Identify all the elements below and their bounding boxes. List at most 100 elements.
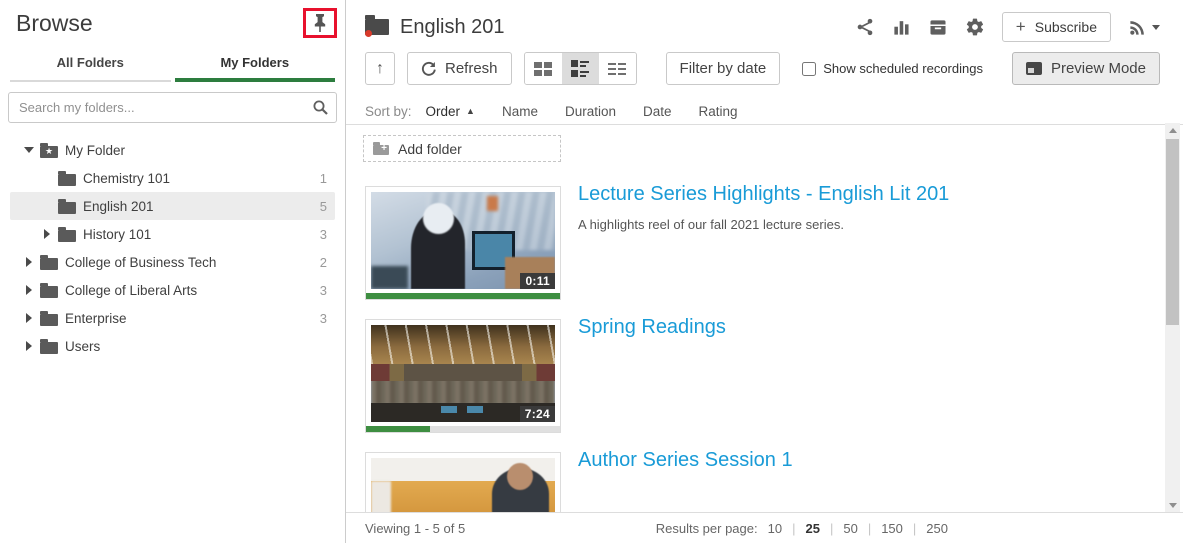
gear-icon[interactable] [965, 17, 985, 37]
sort-option-date[interactable]: Date [643, 104, 672, 119]
search-icon[interactable] [312, 99, 329, 116]
scrollbar-up-arrow[interactable] [1165, 123, 1180, 137]
thumbnail-image: 0:11 [371, 192, 555, 289]
tree-item-label: My Folder [65, 142, 126, 158]
browse-sidebar: Browse All Folders My Folders ★ My Folde… [0, 0, 346, 543]
details-view-icon [608, 62, 627, 75]
tree-item-college-of-business-tech[interactable]: College of Business Tech 2 [10, 248, 335, 276]
tree-item-college-of-liberal-arts[interactable]: College of Liberal Arts 3 [10, 276, 335, 304]
folder-count: 3 [319, 226, 327, 242]
results-option-150[interactable]: 150 [881, 521, 903, 536]
show-scheduled-checkbox[interactable] [802, 61, 817, 76]
video-list-scroll-area: Add folder 0:11 Lecture Series Highlight… [346, 123, 1183, 512]
folder-tree: ★ My Folder Chemistry 101 1 English 201 … [0, 136, 345, 360]
archive-icon[interactable] [928, 18, 948, 37]
preview-mode-icon [1025, 62, 1042, 75]
preview-mode-button[interactable]: Preview Mode [1011, 52, 1160, 85]
chevron-down-icon[interactable] [22, 147, 36, 153]
tree-item-history-101[interactable]: History 101 3 [10, 220, 335, 248]
folder-title-icon [365, 15, 389, 37]
tree-item-my-folder[interactable]: ★ My Folder [10, 136, 335, 164]
main-content: English 201 + Subscribe ↑ Refresh Filter… [346, 0, 1183, 543]
folder-icon [40, 310, 58, 326]
my-folder-icon: ★ [40, 142, 58, 158]
folder-icon [40, 338, 58, 354]
list-view-button[interactable] [561, 53, 599, 84]
video-title-link[interactable]: Spring Readings [578, 316, 726, 339]
scrollbar-down-arrow[interactable] [1165, 498, 1180, 512]
rss-icon [1130, 20, 1144, 35]
video-row: 7:24 Spring Readings [365, 316, 1183, 433]
folder-icon [58, 170, 76, 186]
folder-count: 5 [319, 198, 327, 214]
tab-my-folders[interactable]: My Folders [174, 48, 335, 82]
separator: | [792, 520, 796, 536]
video-info: Spring Readings [578, 316, 726, 433]
search-input[interactable] [8, 92, 337, 123]
video-thumbnail[interactable] [365, 452, 561, 512]
folder-count: 3 [319, 282, 327, 298]
refresh-icon [421, 61, 436, 76]
tree-item-chemistry-101[interactable]: Chemistry 101 1 [10, 164, 335, 192]
tree-item-label: Enterprise [65, 310, 127, 326]
subscribe-button[interactable]: + Subscribe [1001, 12, 1111, 42]
folder-icon [40, 282, 58, 298]
preview-mode-label: Preview Mode [1050, 60, 1146, 77]
tree-item-users[interactable]: Users [10, 332, 335, 360]
tree-item-label: College of Business Tech [65, 254, 217, 270]
results-option-25[interactable]: 25 [805, 521, 819, 536]
rss-dropdown[interactable] [1128, 18, 1160, 37]
filter-by-date-button[interactable]: Filter by date [665, 52, 781, 85]
folder-count: 3 [319, 310, 327, 326]
folder-search [8, 92, 337, 123]
details-view-button[interactable] [598, 53, 636, 84]
tree-item-label: Chemistry 101 [83, 170, 171, 186]
results-option-10[interactable]: 10 [768, 521, 782, 536]
separator: | [867, 520, 872, 536]
tree-item-english-201[interactable]: English 201 5 [10, 192, 335, 220]
sidebar-header: Browse [0, 0, 345, 38]
results-footer: Viewing 1 - 5 of 5 Results per page: 10 … [346, 512, 1183, 543]
show-scheduled-wrap: Show scheduled recordings [802, 61, 983, 76]
chevron-right-icon[interactable] [22, 257, 36, 267]
chevron-right-icon[interactable] [22, 285, 36, 295]
pin-annotation-box [303, 8, 337, 38]
pin-icon[interactable] [311, 13, 329, 33]
sort-option-duration[interactable]: Duration [565, 104, 616, 119]
tab-all-folders[interactable]: All Folders [10, 48, 171, 82]
grid-view-icon [534, 61, 553, 76]
stats-icon[interactable] [892, 18, 911, 37]
chevron-right-icon[interactable] [22, 313, 36, 323]
thumbnail-image [371, 458, 555, 512]
grid-view-button[interactable] [524, 53, 562, 84]
refresh-button[interactable]: Refresh [407, 52, 512, 85]
up-folder-button[interactable]: ↑ [365, 52, 395, 85]
video-title-link[interactable]: Author Series Session 1 [578, 449, 793, 472]
video-title-link[interactable]: Lecture Series Highlights - English Lit … [578, 183, 949, 206]
results-per-page-label: Results per page: [655, 520, 758, 536]
share-icon[interactable] [855, 17, 875, 37]
sort-option-name[interactable]: Name [502, 104, 538, 119]
add-folder-button[interactable]: Add folder [363, 135, 561, 162]
scrollbar-thumb[interactable] [1166, 139, 1179, 325]
watch-progress-bar [366, 426, 560, 432]
tree-item-enterprise[interactable]: Enterprise 3 [10, 304, 335, 332]
chevron-right-icon[interactable] [22, 341, 36, 351]
results-option-50[interactable]: 50 [843, 521, 857, 536]
video-thumbnail[interactable]: 0:11 [365, 186, 561, 300]
duration-badge: 7:24 [519, 406, 555, 422]
video-description: A highlights reel of our fall 2021 lectu… [578, 217, 844, 232]
tree-item-label: Users [65, 338, 101, 354]
video-thumbnail[interactable]: 7:24 [365, 319, 561, 433]
results-option-250[interactable]: 250 [926, 521, 948, 536]
vertical-scrollbar[interactable] [1165, 123, 1180, 512]
sort-option-rating[interactable]: Rating [699, 104, 738, 119]
sort-option-label: Order [425, 103, 461, 119]
video-row: Author Series Session 1 [365, 449, 1183, 512]
sort-option-order[interactable]: Order ▲ [426, 104, 475, 119]
folder-header: English 201 + Subscribe [346, 0, 1183, 47]
sort-bar: Sort by: Order ▲ Name Duration Date Rati… [346, 85, 1183, 125]
chevron-right-icon[interactable] [40, 229, 54, 239]
add-folder-label: Add folder [398, 140, 462, 157]
folder-count: 2 [319, 254, 327, 270]
